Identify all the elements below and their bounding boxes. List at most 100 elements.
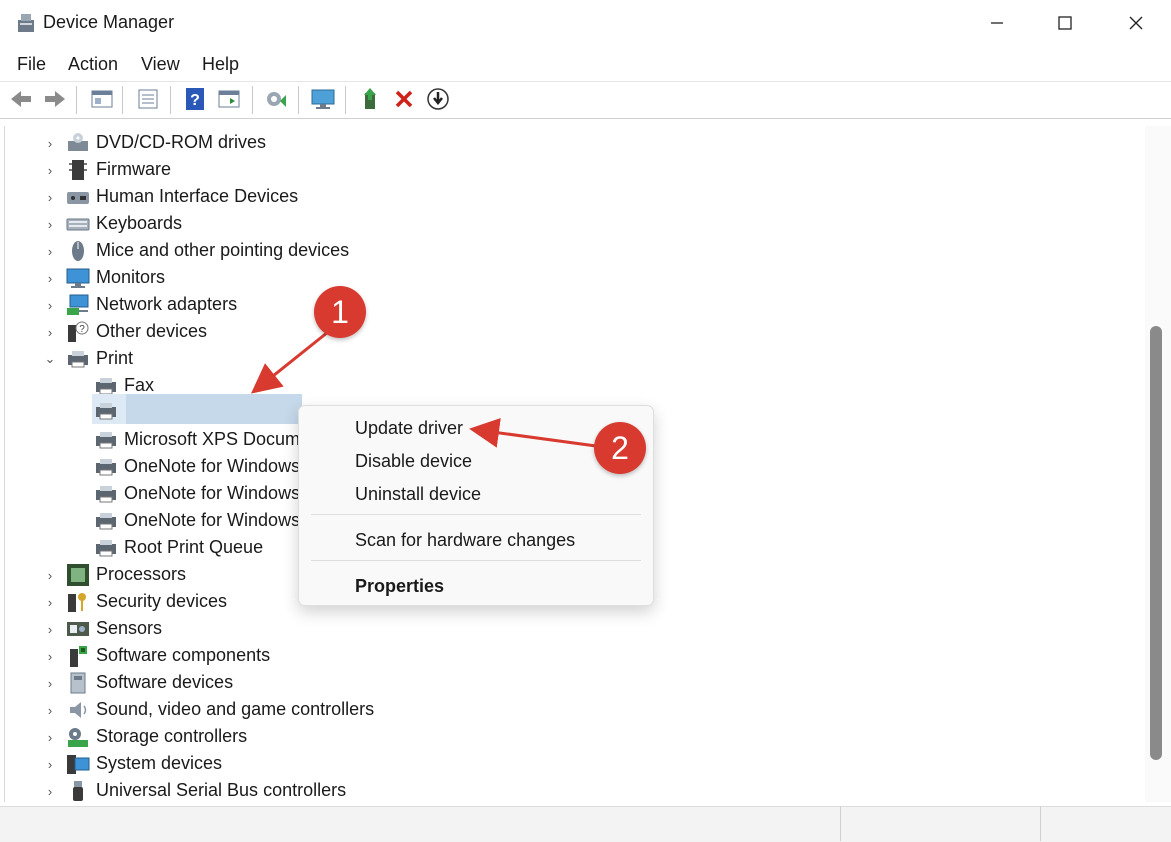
tree-item-label: Monitors	[96, 267, 166, 287]
tree-item-root-print-queue[interactable]: Root Print Queue	[94, 534, 263, 561]
chevron-right-icon[interactable]: ›	[43, 730, 57, 745]
properties-sheet-icon	[138, 89, 158, 109]
tree-item-security-devices[interactable]: Security devices	[66, 588, 227, 615]
properties-toolbar-button[interactable]	[135, 87, 161, 111]
uninstall-device-menu-item[interactable]: Uninstall device	[355, 484, 481, 505]
back-arrow-icon	[11, 91, 31, 107]
tree-item-monitors[interactable]: Monitors	[66, 264, 165, 291]
toolbar	[0, 81, 1171, 119]
svg-text:?: ?	[190, 92, 200, 109]
back-button[interactable]	[8, 87, 34, 111]
software-device-icon	[70, 672, 86, 693]
scan-hardware-menu-item[interactable]: Scan for hardware changes	[355, 530, 575, 551]
dvd-drive-icon	[68, 132, 88, 151]
chevron-right-icon[interactable]: ›	[43, 595, 57, 610]
chevron-right-icon[interactable]: ›	[43, 676, 57, 691]
tree-item-firmware[interactable]: Firmware	[66, 156, 171, 183]
forward-arrow-icon	[45, 91, 65, 107]
tree-item-label: Sound, video and game controllers	[96, 699, 375, 719]
uninstall-device-toolbar-button[interactable]	[391, 87, 417, 111]
tree-item-label: OneNote for Windows	[124, 456, 301, 476]
chevron-right-icon[interactable]: ›	[43, 325, 57, 340]
tree-item-label: OneNote for Windows	[124, 510, 301, 530]
chevron-down-icon[interactable]: ⌄	[43, 351, 57, 366]
chevron-right-icon[interactable]: ›	[43, 271, 57, 286]
tree-item-ms-xps[interactable]: Microsoft XPS Docume	[94, 426, 310, 453]
printer-icon	[96, 539, 116, 556]
printer-icon	[96, 431, 116, 448]
chevron-right-icon[interactable]: ›	[43, 757, 57, 772]
tree-item-onenote-3[interactable]: OneNote for Windows	[94, 507, 300, 534]
tree-item-label: Other devices	[96, 321, 208, 341]
action-pane-button[interactable]	[216, 87, 242, 111]
svg-text:?: ?	[79, 324, 85, 335]
tree-item-processors[interactable]: Processors	[66, 561, 186, 588]
show-hide-console-tree-button[interactable]	[89, 87, 115, 111]
help-toolbar-button[interactable]: ?	[182, 87, 208, 111]
update-driver-menu-item[interactable]: Update driver	[355, 418, 463, 439]
close-button[interactable]	[1101, 0, 1171, 46]
tree-item-keyboards[interactable]: Keyboards	[66, 210, 182, 237]
maximize-button[interactable]	[1030, 0, 1100, 46]
menu-view[interactable]: View	[141, 54, 180, 75]
chevron-right-icon[interactable]: ›	[43, 136, 57, 151]
tree-item-sensors[interactable]: Sensors	[66, 615, 162, 642]
tree-item-label: Root Print Queue	[124, 537, 264, 557]
chevron-right-icon[interactable]: ›	[43, 622, 57, 637]
menu-action[interactable]: Action	[68, 54, 118, 75]
unknown-device-icon: ?	[68, 321, 89, 342]
tree-item-storage-controllers[interactable]: Storage controllers	[66, 723, 247, 750]
enable-device-toolbar-button[interactable]	[425, 87, 451, 111]
tree-item-onenote-1[interactable]: OneNote for Windows	[94, 453, 300, 480]
tree-item-mice[interactable]: Mice and other pointing devices	[66, 237, 349, 264]
device-manager-icon	[18, 14, 34, 32]
title-bar: Device Manager	[0, 0, 1171, 46]
speaker-icon	[70, 701, 87, 718]
menu-separator	[311, 514, 641, 515]
tree-item-print[interactable]: Print	[66, 345, 133, 372]
tree-item-other-devices[interactable]: ? Other devices	[66, 318, 207, 345]
printer-icon	[96, 512, 116, 529]
scan-hardware-button[interactable]	[264, 87, 290, 111]
tree-item-label: Firmware	[96, 159, 171, 179]
chevron-right-icon[interactable]: ›	[43, 298, 57, 313]
chevron-right-icon[interactable]: ›	[43, 244, 57, 259]
forward-button[interactable]	[42, 87, 68, 111]
chevron-right-icon[interactable]: ›	[43, 190, 57, 205]
tree-item-software-devices[interactable]: Software devices	[66, 669, 233, 696]
tree-item-label: Microsoft XPS Docume	[124, 429, 311, 449]
tree-item-software-components[interactable]: Software components	[66, 642, 270, 669]
chevron-right-icon[interactable]: ›	[43, 784, 57, 799]
tree-item-network-adapters[interactable]: Network adapters	[66, 291, 237, 318]
tree-item-hid[interactable]: Human Interface Devices	[66, 183, 298, 210]
chevron-right-icon[interactable]: ›	[43, 217, 57, 232]
properties-menu-item[interactable]: Properties	[355, 576, 444, 597]
add-legacy-hardware-button[interactable]	[310, 87, 336, 111]
chevron-right-icon[interactable]: ›	[43, 568, 57, 583]
tree-item-label: Fax	[124, 375, 155, 395]
update-driver-toolbar-button[interactable]	[358, 87, 384, 111]
menu-help[interactable]: Help	[202, 54, 239, 75]
printer-icon	[96, 458, 116, 475]
menu-file[interactable]: File	[17, 54, 46, 75]
chevron-right-icon[interactable]: ›	[43, 163, 57, 178]
menu-separator	[311, 560, 641, 561]
minimize-icon	[991, 22, 1003, 24]
selected-printer-label-redacted[interactable]	[126, 394, 302, 424]
tree-item-system-devices[interactable]: System devices	[66, 750, 222, 777]
tree-item-onenote-2[interactable]: OneNote for Windows	[94, 480, 300, 507]
chevron-right-icon[interactable]: ›	[43, 703, 57, 718]
tree-item-dvd-cdrom[interactable]: DVD/CD-ROM drives	[66, 129, 266, 156]
minimize-button[interactable]	[962, 0, 1032, 46]
tree-item-label: Software components	[96, 645, 271, 665]
tree-item-usb-controllers[interactable]: Universal Serial Bus controllers	[66, 777, 346, 804]
scrollbar-thumb[interactable]	[1150, 326, 1162, 760]
tree-item-selected-printer[interactable]	[94, 397, 124, 424]
monitor-icon	[66, 268, 90, 288]
disable-device-menu-item[interactable]: Disable device	[355, 451, 472, 472]
tree-item-label: Processors	[96, 564, 187, 584]
tree-item-sound-video[interactable]: Sound, video and game controllers	[66, 696, 374, 723]
chevron-right-icon[interactable]: ›	[43, 649, 57, 664]
tree-item-label: Software devices	[96, 672, 234, 692]
printer-icon	[96, 402, 116, 419]
